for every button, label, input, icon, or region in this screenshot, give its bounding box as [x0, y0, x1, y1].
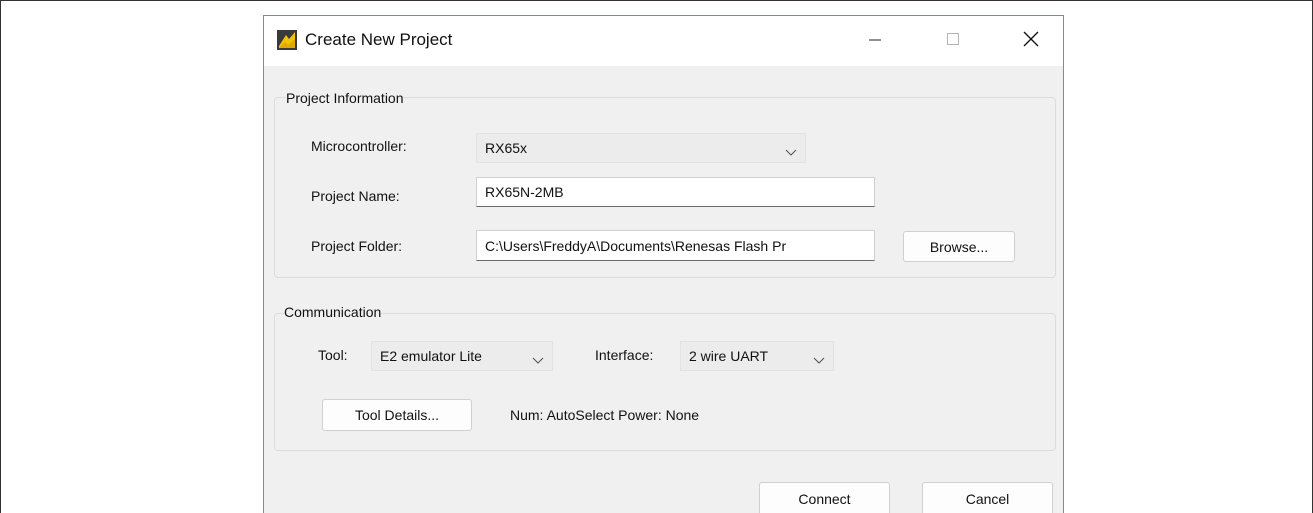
- window-title: Create New Project: [305, 30, 453, 49]
- maximize-icon: [946, 32, 960, 51]
- browse-button-label: Browse...: [929, 238, 989, 255]
- minimize-icon: [868, 32, 882, 51]
- microcontroller-value: RX65x: [485, 140, 528, 156]
- interface-label: Interface:: [595, 347, 654, 363]
- minimize-button[interactable]: [850, 16, 900, 66]
- project-information-label: Project Information: [286, 90, 404, 106]
- project-folder-value: C:\Users\FreddyA\Documents\Renesas Flash…: [485, 237, 787, 254]
- app-logo-icon: [276, 29, 298, 51]
- microcontroller-select[interactable]: RX65x: [476, 133, 806, 163]
- chevron-down-icon: [532, 352, 544, 368]
- connect-button-label: Connect: [798, 491, 851, 507]
- title-bar: Create New Project: [264, 16, 1063, 66]
- tool-status-text: Num: AutoSelect Power: None: [510, 407, 700, 423]
- page-background: Create New Project Project Information M…: [0, 0, 1313, 513]
- project-name-label: Project Name:: [311, 188, 400, 204]
- create-new-project-dialog: Create New Project Project Information M…: [263, 15, 1064, 513]
- maximize-button[interactable]: [928, 16, 978, 66]
- tool-value: E2 emulator Lite: [380, 348, 482, 364]
- project-name-input[interactable]: RX65N-2MB: [476, 177, 875, 207]
- tool-details-button-label: Tool Details...: [354, 407, 440, 423]
- tool-details-button[interactable]: Tool Details...: [322, 399, 472, 431]
- interface-select[interactable]: 2 wire UART: [680, 341, 834, 371]
- close-icon: [1023, 31, 1039, 52]
- interface-value: 2 wire UART: [689, 348, 769, 364]
- project-folder-input[interactable]: C:\Users\FreddyA\Documents\Renesas Flash…: [476, 230, 875, 261]
- cancel-button-label: Cancel: [965, 491, 1010, 507]
- tool-select[interactable]: E2 emulator Lite: [371, 341, 553, 371]
- cancel-button[interactable]: Cancel: [922, 482, 1053, 513]
- chevron-down-icon: [813, 352, 825, 368]
- connect-button[interactable]: Connect: [759, 482, 890, 513]
- tool-label: Tool:: [318, 347, 348, 363]
- project-name-value: RX65N-2MB: [485, 184, 564, 200]
- browse-button[interactable]: Browse...: [903, 231, 1015, 262]
- communication-label: Communication: [284, 304, 382, 320]
- chevron-down-icon: [785, 144, 797, 160]
- project-folder-label: Project Folder:: [311, 238, 403, 254]
- close-button[interactable]: [1006, 16, 1056, 66]
- microcontroller-label: Microcontroller:: [311, 138, 407, 154]
